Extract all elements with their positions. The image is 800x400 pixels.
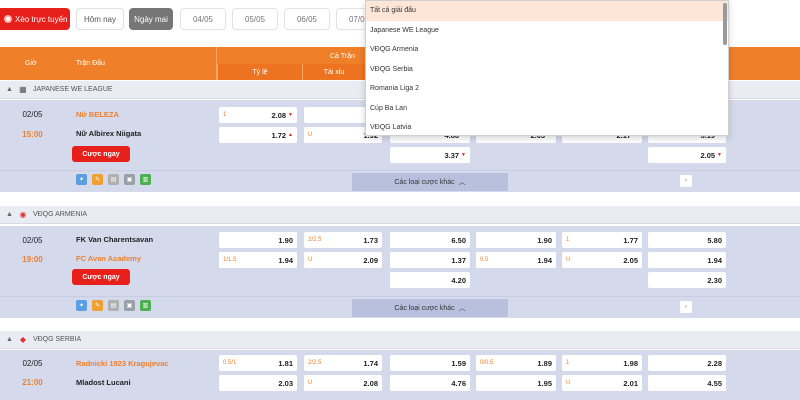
header-match: Trận Đấu	[76, 60, 105, 67]
away-team[interactable]: Nữ Albirex Niigata	[76, 129, 141, 138]
odds-cell[interactable]: U 2.05	[562, 252, 642, 268]
odds-cell[interactable]: U 2.08	[304, 375, 382, 391]
match-row: 02/05 19:00 FK Van Charentsavan FC Avan …	[0, 226, 800, 296]
odds-cell[interactable]: 1 2.08 ▼	[219, 107, 297, 123]
home-team[interactable]: Nữ BELEZA	[76, 110, 119, 119]
odds-cell[interactable]: 2/2.5 1.73	[304, 232, 382, 248]
odds-cell[interactable]: 1 1.98	[562, 355, 642, 371]
more-bets-button[interactable]: Các loại cược khác ︿	[352, 299, 508, 317]
live-button[interactable]: Xèo trực tuyến	[0, 8, 70, 30]
match-date: 02/05	[22, 359, 43, 368]
away-team[interactable]: Mladost Lucani	[76, 378, 131, 387]
expand-icon[interactable]: ›	[680, 175, 692, 187]
odds-cell[interactable]: 1.59	[390, 355, 470, 371]
odds-cell[interactable]: 1 1.77	[562, 232, 642, 248]
stats-icon[interactable]: ▥	[140, 300, 151, 311]
match-row: 02/05 21:00 Radnicki 1923 Kragujevac Mla…	[0, 350, 800, 400]
lineup-icon[interactable]: ✦	[76, 300, 87, 311]
header-time: Giờ	[25, 60, 37, 67]
odds-cell[interactable]: U 2.01	[562, 375, 642, 391]
odds-cell[interactable]: 1.95	[476, 375, 556, 391]
expand-icon[interactable]: ›	[680, 301, 692, 313]
odds-cell[interactable]: 1.90	[219, 232, 297, 248]
odds-cell[interactable]: 2/2.5 1.74	[304, 355, 382, 371]
odds-cell[interactable]: 1.94	[648, 252, 726, 268]
dropdown-option[interactable]: Tất cả giải đấu	[366, 1, 728, 21]
dropdown-scrollbar[interactable]	[723, 3, 727, 45]
league-dropdown[interactable]: Tất cả giải đấu Japanese WE League VĐQG …	[365, 0, 729, 136]
odds-cell[interactable]: 0.5 1.94	[476, 252, 556, 268]
dropdown-option[interactable]: VĐQG Latvia	[366, 118, 728, 135]
dropdown-option[interactable]: VĐQG Serbia	[366, 60, 728, 80]
odds-cell[interactable]: 0/0.5 1.89	[476, 355, 556, 371]
chevron-up-icon: ︿	[458, 179, 466, 186]
odds-cell[interactable]: 2.03	[219, 375, 297, 391]
date-tab[interactable]: 05/05	[232, 8, 278, 30]
odds-cell[interactable]: 4.76	[390, 375, 470, 391]
header-over-under: Tài xỉu	[302, 64, 365, 80]
stat-icons: ✦ ✎ ▤ ▣ ▥	[76, 300, 151, 311]
header-full-match: Cả Trận	[330, 52, 355, 60]
odds-cell[interactable]: 1.90	[476, 232, 556, 248]
chevron-up-icon: ︿	[458, 305, 466, 312]
more-bets-button[interactable]: Các loại cược khác ︿	[352, 173, 508, 191]
bet-now-button[interactable]: Cược ngay	[72, 269, 130, 285]
dropdown-option[interactable]: Japanese WE League	[366, 21, 728, 41]
league-flag-icon: ◉	[19, 210, 27, 219]
date-tab[interactable]: 06/05	[284, 8, 330, 30]
lineup-icon[interactable]: ✦	[76, 174, 87, 185]
chart-icon[interactable]: ✎	[92, 174, 103, 185]
league-header[interactable]: ▲ ◉ VĐQG ARMENIA	[0, 206, 800, 224]
away-team[interactable]: FC Avan Academy	[76, 254, 141, 263]
league-header[interactable]: ▲ ◆ VĐQG SERBIA	[0, 331, 800, 349]
odds-cell[interactable]: 2.05 ▼	[648, 147, 726, 163]
home-team[interactable]: Radnicki 1923 Kragujevac	[76, 359, 169, 368]
collapse-caret-icon[interactable]: ▲	[6, 86, 13, 93]
odds-cell[interactable]: 4.20	[390, 272, 470, 288]
more-bets-row: ✦ ✎ ▤ ▣ ▥ Các loại cược khác ︿ ›	[0, 296, 800, 318]
odds-cell[interactable]: 1.37	[390, 252, 470, 268]
stats-icon[interactable]: ▥	[140, 174, 151, 185]
match-time: 15:00	[22, 130, 43, 139]
odds-cell[interactable]: 4.55	[648, 375, 726, 391]
table-icon[interactable]: ▤	[108, 174, 119, 185]
match-date: 02/05	[22, 110, 43, 119]
match-time: 21:00	[22, 378, 43, 387]
match-time: 19:00	[22, 255, 43, 264]
match-date: 02/05	[22, 236, 43, 245]
odds-cell[interactable]: U 2.09	[304, 252, 382, 268]
odds-cell[interactable]: 5.80	[648, 232, 726, 248]
stat-icons: ✦ ✎ ▤ ▣ ▥	[76, 174, 151, 185]
odds-cell[interactable]: 1/1.5 1.94	[219, 252, 297, 268]
league-flag-icon: ▦	[19, 85, 27, 94]
odds-cell[interactable]: 6.50	[390, 232, 470, 248]
league-flag-icon: ◆	[19, 335, 27, 344]
odds-cell[interactable]: 2.28	[648, 355, 726, 371]
odds-cell[interactable]: 0.5/1 1.81	[219, 355, 297, 371]
odds-cell[interactable]: 2.30	[648, 272, 726, 288]
dropdown-option[interactable]: Romania Liga 2	[366, 79, 728, 99]
more-bets-row: ✦ ✎ ▤ ▣ ▥ Các loại cược khác ︿ ›	[0, 170, 800, 192]
pitch-icon[interactable]: ▣	[124, 174, 135, 185]
dropdown-option[interactable]: VĐQG Armenia	[366, 40, 728, 60]
chart-icon[interactable]: ✎	[92, 300, 103, 311]
odds-cell[interactable]: 1.72 ▲	[219, 127, 297, 143]
collapse-caret-icon[interactable]: ▲	[6, 336, 13, 343]
live-dot-icon	[4, 15, 12, 23]
tomorrow-button[interactable]: Ngày mai	[129, 8, 173, 30]
bet-now-button[interactable]: Cược ngay	[72, 146, 130, 162]
dropdown-option[interactable]: Cúp Ba Lan	[366, 99, 728, 119]
home-team[interactable]: FK Van Charentsavan	[76, 235, 153, 244]
date-tab[interactable]: 04/05	[180, 8, 226, 30]
odds-cell[interactable]: 3.37 ▼	[390, 147, 470, 163]
today-button[interactable]: Hôm nay	[76, 8, 124, 30]
header-handicap: Tỷ lệ	[217, 64, 302, 80]
table-icon[interactable]: ▤	[108, 300, 119, 311]
collapse-caret-icon[interactable]: ▲	[6, 211, 13, 218]
pitch-icon[interactable]: ▣	[124, 300, 135, 311]
